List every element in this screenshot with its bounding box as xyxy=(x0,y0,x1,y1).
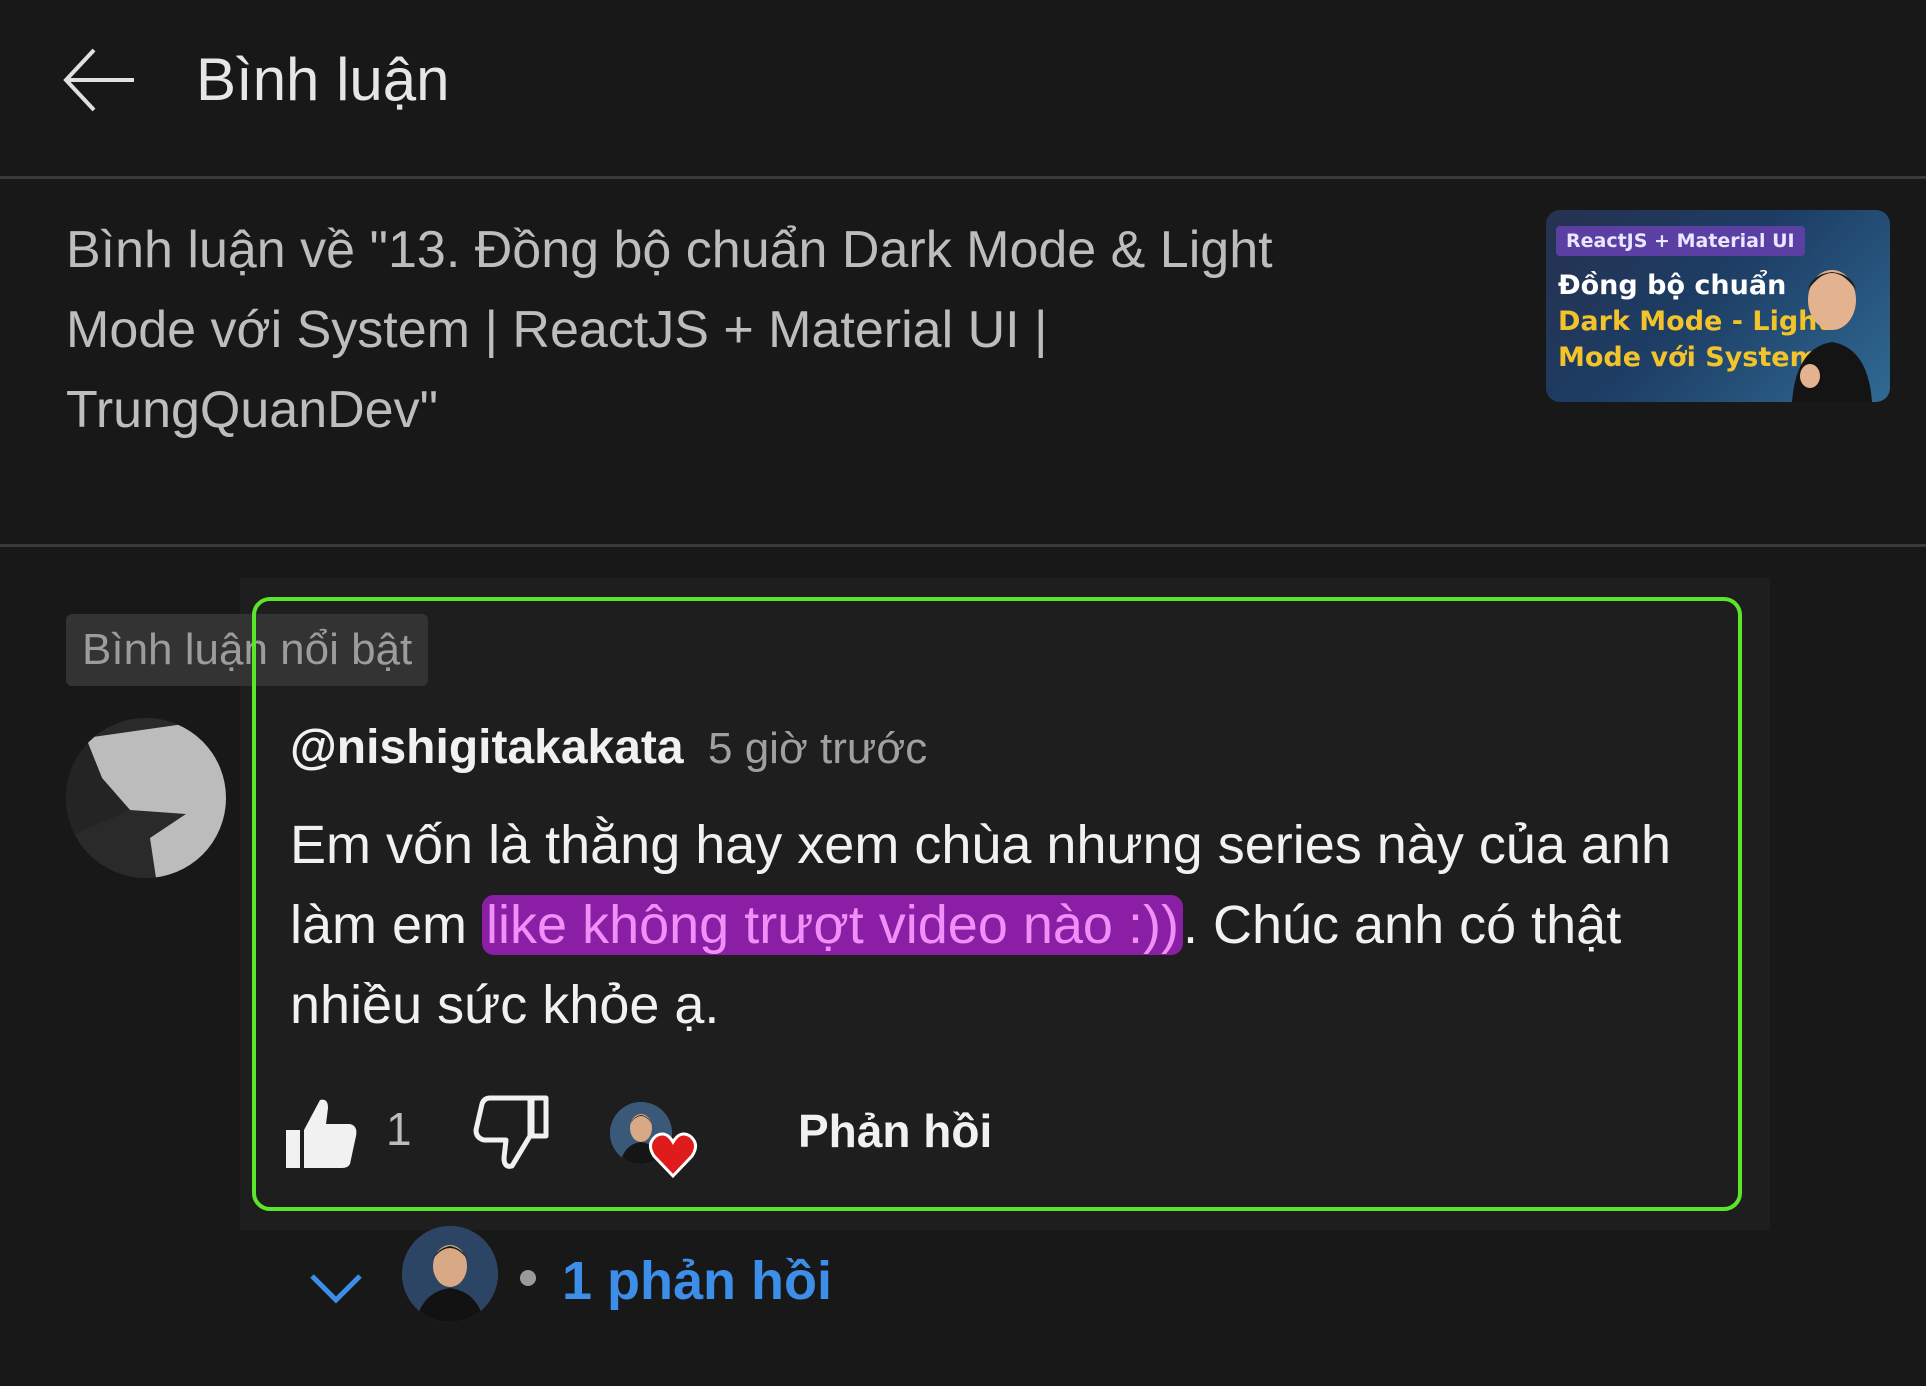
reply-avatar-image xyxy=(402,1226,498,1322)
thumbnail-text-line: Đồng bộ chuẩn xyxy=(1558,270,1787,301)
thumbnail-text-line: Dark Mode - Light xyxy=(1558,306,1831,337)
comments-panel: Bình luận Bình luận về "13. Đồng bộ chuẩ… xyxy=(0,0,1926,1386)
video-thumbnail[interactable]: ReactJS + Material UI Đồng bộ chuẩn Dark… xyxy=(1546,210,1890,402)
separator-dot xyxy=(520,1270,536,1286)
back-button[interactable] xyxy=(60,44,140,116)
thumbnail-tag: ReactJS + Material UI xyxy=(1556,226,1805,256)
avatar[interactable] xyxy=(66,718,226,878)
expand-replies-button[interactable] xyxy=(306,1260,366,1320)
focus-highlight-box xyxy=(252,597,1742,1211)
panel-header: Bình luận xyxy=(0,0,1926,176)
header-divider xyxy=(0,176,1926,179)
presenter-image xyxy=(1792,270,1872,402)
chevron-down-icon xyxy=(310,1274,362,1304)
view-replies-link[interactable]: 1 phản hồi xyxy=(562,1250,832,1312)
reply-author-avatar xyxy=(402,1226,498,1322)
section-divider xyxy=(0,544,1926,547)
back-arrow-icon xyxy=(63,48,134,112)
video-title: Bình luận về "13. Đồng bộ chuẩn Dark Mod… xyxy=(66,221,1273,439)
thumbnail-text-line: Mode với System xyxy=(1558,342,1818,373)
avatar-image xyxy=(66,718,226,878)
page-title: Bình luận xyxy=(196,46,450,113)
